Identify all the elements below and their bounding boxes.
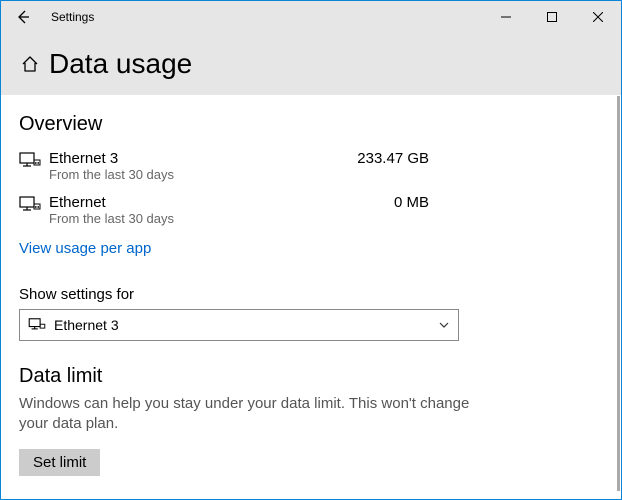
app-name: Settings bbox=[51, 10, 94, 24]
view-usage-per-app-link[interactable]: View usage per app bbox=[19, 240, 151, 257]
title-bar: Settings bbox=[1, 1, 621, 33]
ethernet-icon bbox=[19, 194, 49, 219]
maximize-button[interactable] bbox=[529, 1, 575, 33]
data-limit-heading: Data limit bbox=[19, 365, 597, 388]
page-header: Data usage bbox=[1, 33, 621, 95]
network-usage: 233.47 GB bbox=[309, 150, 429, 167]
page-title: Data usage bbox=[49, 48, 192, 80]
back-button[interactable] bbox=[1, 1, 45, 33]
show-settings-for-label: Show settings for bbox=[19, 286, 597, 303]
network-subtitle: From the last 30 days bbox=[49, 211, 309, 226]
close-button[interactable] bbox=[575, 1, 621, 33]
network-subtitle: From the last 30 days bbox=[49, 167, 309, 182]
home-icon[interactable] bbox=[21, 55, 39, 73]
window-controls bbox=[483, 1, 621, 33]
network-usage: 0 MB bbox=[309, 194, 429, 211]
network-name: Ethernet 3 bbox=[49, 150, 309, 167]
close-icon bbox=[593, 12, 603, 22]
arrow-left-icon bbox=[15, 9, 31, 25]
scrollbar[interactable] bbox=[617, 96, 620, 491]
chevron-down-icon bbox=[438, 319, 450, 331]
maximize-icon bbox=[547, 12, 557, 22]
ethernet-icon bbox=[28, 318, 46, 332]
network-name: Ethernet bbox=[49, 194, 309, 211]
minimize-icon bbox=[501, 12, 511, 22]
data-limit-description: Windows can help you stay under your dat… bbox=[19, 394, 499, 435]
network-row: Ethernet From the last 30 days 0 MB bbox=[19, 190, 597, 234]
network-select[interactable]: Ethernet 3 bbox=[19, 309, 459, 341]
network-row: Ethernet 3 From the last 30 days 233.47 … bbox=[19, 146, 597, 190]
ethernet-icon bbox=[19, 150, 49, 175]
minimize-button[interactable] bbox=[483, 1, 529, 33]
set-limit-button[interactable]: Set limit bbox=[19, 449, 100, 476]
select-value: Ethernet 3 bbox=[54, 317, 438, 333]
overview-heading: Overview bbox=[19, 113, 597, 136]
content-area: Overview Ethernet 3 From the last 30 day… bbox=[1, 95, 621, 476]
